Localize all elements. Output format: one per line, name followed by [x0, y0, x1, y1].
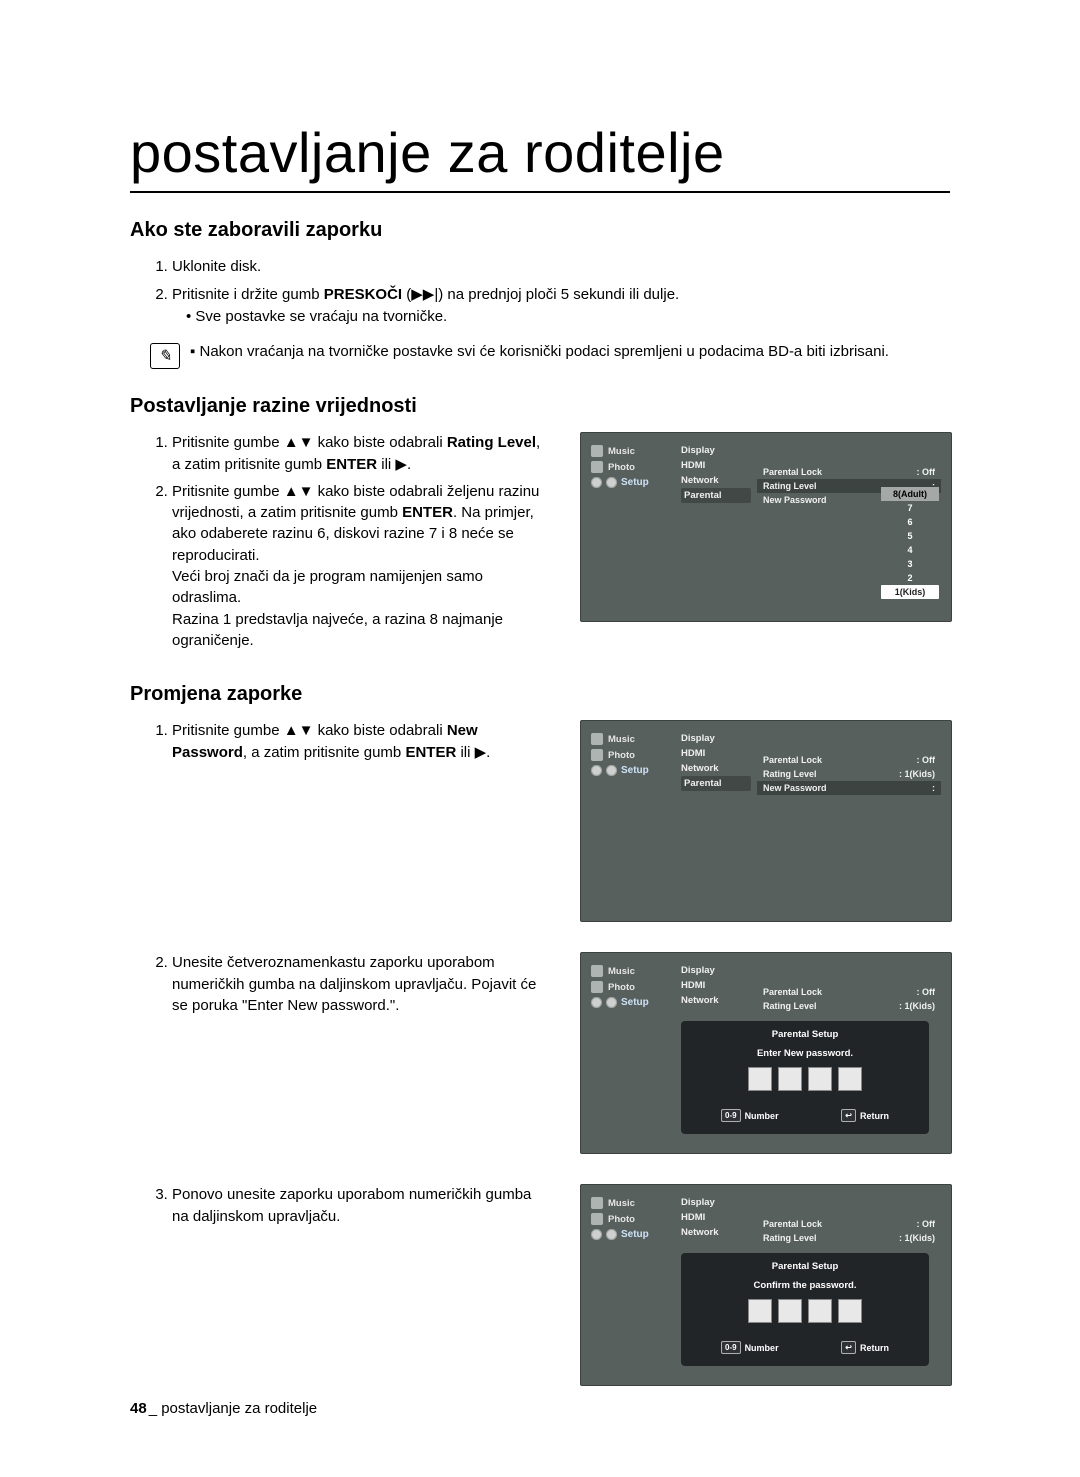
pw-digit[interactable]	[838, 1067, 862, 1091]
photo-icon	[591, 749, 603, 761]
gear-icon	[591, 477, 602, 488]
s2-step2: Pritisnite gumbe ▲▼ kako biste odabrali …	[172, 481, 552, 651]
rating-dropdown[interactable]: 8(Adult) 7 6 5 4 3 2 1(Kids)	[881, 487, 939, 599]
modal-return-hint: ↩Return	[841, 1109, 889, 1122]
music-icon	[591, 733, 603, 745]
gear-icon	[606, 765, 617, 776]
pw-digit[interactable]	[808, 1067, 832, 1091]
section1-list: Uklonite disk. Pritisnite i držite gumb …	[130, 256, 950, 327]
music-icon	[591, 965, 603, 977]
pw-digit[interactable]	[778, 1299, 802, 1323]
gear-icon	[606, 997, 617, 1008]
page-footer: 48_ postavljanje za roditelje	[130, 1400, 317, 1417]
section1-heading: Ako ste zaboravili zaporku	[130, 219, 950, 242]
gear-icon	[591, 997, 602, 1008]
photo-icon	[591, 1213, 603, 1225]
s3-step1: Pritisnite gumbe ▲▼ kako biste odabrali …	[172, 720, 552, 763]
gear-icon	[606, 477, 617, 488]
music-icon	[591, 1197, 603, 1209]
pw-digit[interactable]	[808, 1299, 832, 1323]
music-icon	[591, 445, 603, 457]
modal-return-hint: ↩Return	[841, 1341, 889, 1354]
pw-digit[interactable]	[838, 1299, 862, 1323]
pw-digit[interactable]	[778, 1067, 802, 1091]
page-title: postavljanje za roditelje	[130, 120, 950, 193]
s3-step3: Ponovo unesite zaporku uporabom numeričk…	[172, 1184, 552, 1227]
modal-number-hint: 0-9Number	[721, 1109, 779, 1122]
tv-confirm-password: Music Photo Setup Display HDMI Network P…	[580, 1184, 952, 1386]
photo-icon	[591, 461, 603, 473]
s1-step1: Uklonite disk.	[172, 256, 950, 278]
s3-step2: Unesite četveroznamenkastu zaporku upora…	[172, 952, 552, 1016]
photo-icon	[591, 981, 603, 993]
gear-icon	[606, 1229, 617, 1240]
note-text: ▪ Nakon vraćanja na tvorničke postavke s…	[190, 343, 950, 360]
tv-new-password: Music Photo Setup Display HDMI Network P…	[580, 720, 952, 922]
gear-icon	[591, 765, 602, 776]
section2-heading: Postavljanje razine vrijednosti	[130, 395, 950, 418]
password-modal: Parental Setup Enter New password. 0-9Nu…	[681, 1021, 929, 1134]
password-modal-confirm: Parental Setup Confirm the password. 0-9…	[681, 1253, 929, 1366]
s2-step1: Pritisnite gumbe ▲▼ kako biste odabrali …	[172, 432, 552, 475]
tv-enter-password: Music Photo Setup Display HDMI Network P…	[580, 952, 952, 1154]
gear-icon	[591, 1229, 602, 1240]
pw-digit[interactable]	[748, 1067, 772, 1091]
modal-number-hint: 0-9Number	[721, 1341, 779, 1354]
tv-rating-level: Music Photo Setup Display HDMI Network P…	[580, 432, 952, 622]
pw-digit[interactable]	[748, 1299, 772, 1323]
note-icon: ✎	[150, 343, 180, 369]
section3-heading: Promjena zaporke	[130, 683, 950, 706]
s1-step2: Pritisnite i držite gumb PRESKOČI (▶▶|) …	[172, 284, 950, 328]
